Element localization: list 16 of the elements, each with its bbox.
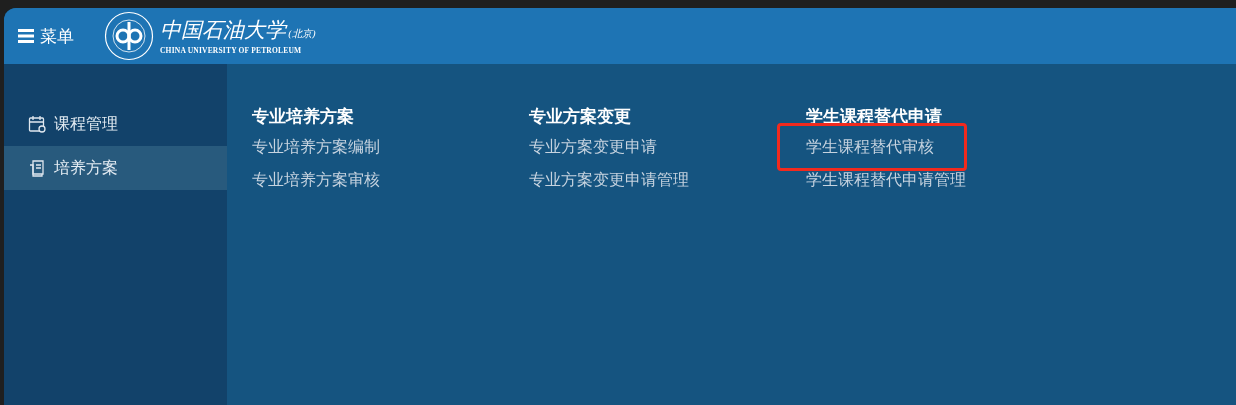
calendar-icon <box>28 115 46 133</box>
document-icon <box>28 159 46 177</box>
menu-heading: 专业培养方案 <box>252 105 355 128</box>
menu-heading: 专业方案变更 <box>529 105 632 128</box>
menu-link[interactable]: 专业方案变更申请管理 <box>529 169 689 191</box>
menu-link[interactable]: 学生课程替代审核 <box>777 123 967 171</box>
campus-name: (北京) <box>288 27 316 39</box>
menu-icon <box>18 29 34 43</box>
menu-link[interactable]: 专业培养方案编制 <box>252 136 380 158</box>
sidebar-item[interactable]: 培养方案 <box>4 146 227 190</box>
menu-link[interactable]: 学生课程替代申请管理 <box>806 169 966 191</box>
sidebar-item[interactable]: 课程管理 <box>4 102 227 146</box>
seal-icon <box>104 11 154 61</box>
menu-link[interactable]: 专业培养方案审核 <box>252 169 380 191</box>
menu-button[interactable]: 菜单 <box>18 24 74 48</box>
menu-link[interactable]: 专业方案变更申请 <box>529 136 657 158</box>
